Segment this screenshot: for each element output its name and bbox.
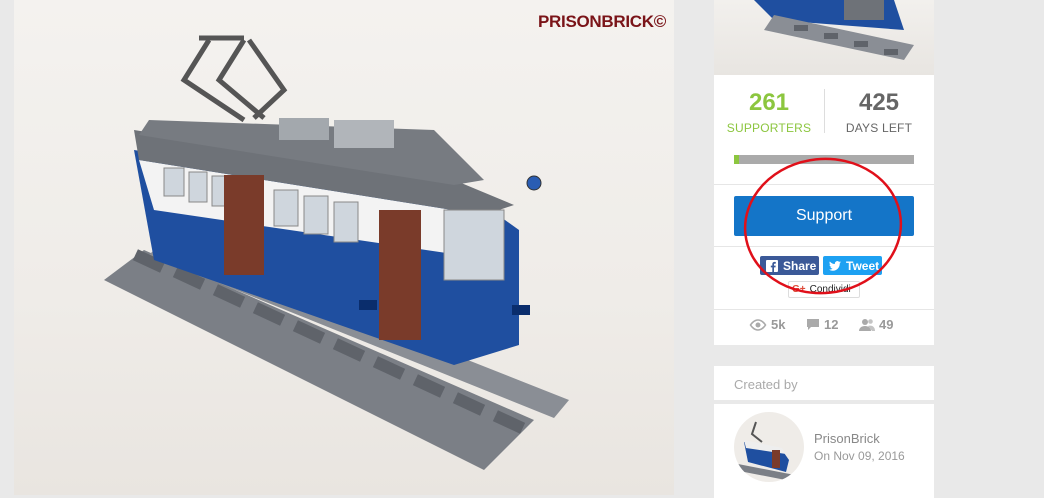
stats-card: 261 SUPPORTERS 425 DAYS LEFT Support Sha… (714, 75, 934, 345)
creator-name[interactable]: PrisonBrick (814, 431, 880, 446)
supporters-count: 261 (748, 89, 790, 116)
twitter-icon (828, 259, 842, 273)
project-sidebar: 261 SUPPORTERS 425 DAYS LEFT Support Sha… (714, 0, 934, 498)
avatar[interactable] (734, 412, 804, 482)
creator-card: PrisonBrick On Nov 09, 2016 (714, 404, 934, 498)
days-left-count: 425 (858, 89, 900, 116)
thumbnail-illustration (754, 0, 914, 60)
product-image[interactable]: PRISONBRICK© (14, 0, 674, 495)
followers-value: 49 (879, 317, 894, 332)
divider (714, 309, 934, 310)
watermark-text: PRISONBRICK© (538, 12, 666, 31)
views-value: 5k (771, 317, 786, 332)
google-plus-share-button[interactable]: G+ Condividi (788, 281, 860, 298)
avatar-image (734, 421, 800, 482)
supporters-label: SUPPORTERS (726, 121, 812, 135)
divider (714, 246, 934, 247)
google-plus-label: Condividi (809, 284, 851, 295)
eye-icon (749, 318, 767, 331)
days-left-label: DAYS LEFT (845, 121, 913, 135)
creator-card-header: Created by (714, 366, 934, 400)
google-plus-icon: G+ (792, 284, 806, 295)
twitter-tweet-button[interactable]: Tweet (823, 256, 882, 275)
comments-value: 12 (824, 317, 839, 332)
twitter-tweet-label: Tweet (846, 258, 880, 273)
tram-illustration (104, 35, 569, 470)
progress-bar-fill (734, 155, 739, 164)
creator-header-label: Created by (734, 377, 798, 392)
progress-bar (734, 155, 914, 164)
users-icon (859, 319, 875, 331)
project-thumbnail[interactable] (714, 0, 934, 75)
divider (714, 184, 934, 185)
followers-count: 49 (859, 317, 893, 332)
creator-date: On Nov 09, 2016 (814, 449, 905, 463)
support-button[interactable]: Support (734, 196, 914, 236)
comments-count: 12 (806, 317, 838, 332)
comment-icon (807, 319, 819, 330)
facebook-share-label: Share (783, 258, 817, 273)
pantograph (180, 35, 288, 123)
views-count: 5k (749, 317, 785, 332)
facebook-icon (765, 259, 779, 273)
facebook-share-button[interactable]: Share (760, 256, 819, 275)
